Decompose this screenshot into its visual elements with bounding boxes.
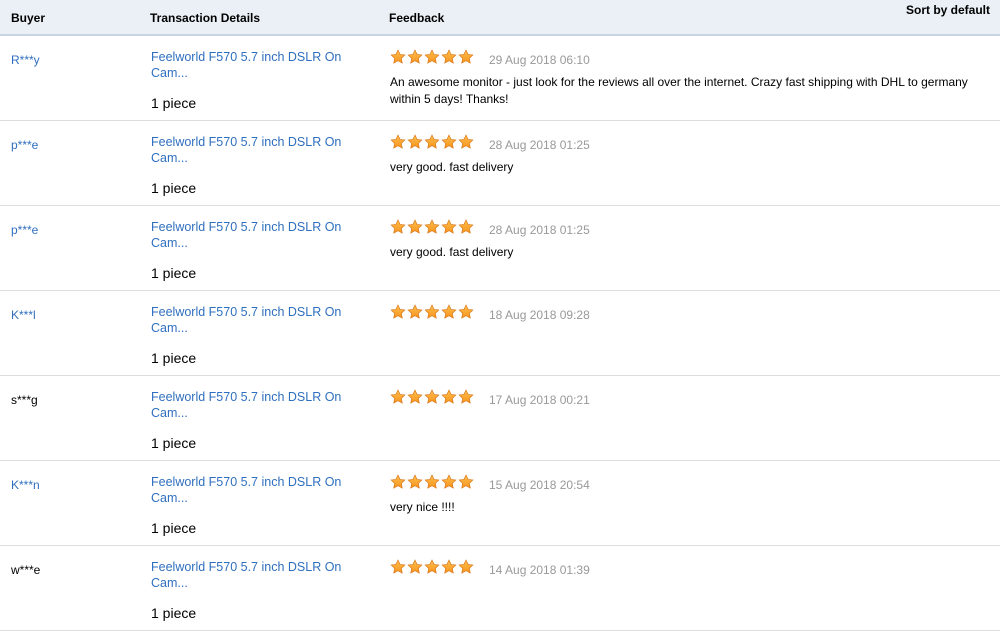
star-icon xyxy=(458,49,474,64)
star-icon xyxy=(441,474,457,489)
table-header: Buyer Transaction Details Feedback Sort … xyxy=(0,0,1000,36)
feedback-row: K***l Feelworld F570 5.7 inch DSLR On Cam… xyxy=(0,291,1000,376)
star-icon xyxy=(458,474,474,489)
star-icon xyxy=(407,474,423,489)
star-icon xyxy=(390,49,406,64)
quantity-text: 1 piece xyxy=(151,605,197,621)
quantity-text: 1 piece xyxy=(151,435,197,451)
star-rating xyxy=(390,389,474,407)
column-header-buyer: Buyer xyxy=(11,11,46,25)
star-rating xyxy=(390,134,474,152)
feedback-row: p***e Feelworld F570 5.7 inch DSLR On Cam… xyxy=(0,121,1000,206)
feedback-date: 18 Aug 2018 09:28 xyxy=(489,308,590,322)
star-rating xyxy=(390,49,474,67)
feedback-date: 28 Aug 2018 01:25 xyxy=(489,223,590,237)
star-icon xyxy=(407,304,423,319)
feedback-date: 28 Aug 2018 01:25 xyxy=(489,138,590,152)
star-rating xyxy=(390,559,474,577)
star-icon xyxy=(424,219,440,234)
star-icon xyxy=(458,559,474,574)
feedback-row: s***g Feelworld F570 5.7 inch DSLR On Cam… xyxy=(0,376,1000,461)
sort-by-button[interactable]: Sort by default xyxy=(906,3,990,17)
star-icon xyxy=(441,304,457,319)
star-icon xyxy=(424,304,440,319)
star-icon xyxy=(424,49,440,64)
star-icon xyxy=(441,49,457,64)
star-icon xyxy=(441,219,457,234)
product-link[interactable]: Feelworld F570 5.7 inch DSLR On Cam... xyxy=(151,474,361,506)
buyer-name[interactable]: p***e xyxy=(11,223,38,237)
star-icon xyxy=(424,134,440,149)
buyer-name[interactable]: p***e xyxy=(11,138,38,152)
quantity-text: 1 piece xyxy=(151,520,197,536)
star-icon xyxy=(390,134,406,149)
star-icon xyxy=(441,389,457,404)
star-icon xyxy=(458,219,474,234)
star-icon xyxy=(407,134,423,149)
feedback-row: w***e Feelworld F570 5.7 inch DSLR On Cam… xyxy=(0,546,1000,631)
star-icon xyxy=(458,134,474,149)
star-icon xyxy=(458,304,474,319)
feedback-comment: An awesome monitor - just look for the r… xyxy=(390,75,968,106)
star-rating xyxy=(390,219,474,237)
product-link[interactable]: Feelworld F570 5.7 inch DSLR On Cam... xyxy=(151,49,361,81)
star-rating xyxy=(390,474,474,492)
feedback-row: p***e Feelworld F570 5.7 inch DSLR On Cam… xyxy=(0,206,1000,291)
star-icon xyxy=(390,389,406,404)
feedback-date: 29 Aug 2018 06:10 xyxy=(489,53,590,67)
buyer-name[interactable]: K***n xyxy=(11,478,40,492)
quantity-text: 1 piece xyxy=(151,350,197,366)
buyer-name[interactable]: R***y xyxy=(11,53,40,67)
product-link[interactable]: Feelworld F570 5.7 inch DSLR On Cam... xyxy=(151,559,361,591)
product-link[interactable]: Feelworld F570 5.7 inch DSLR On Cam... xyxy=(151,304,361,336)
star-icon xyxy=(407,389,423,404)
feedback-date: 14 Aug 2018 01:39 xyxy=(489,563,590,577)
column-header-feedback: Feedback xyxy=(389,11,445,25)
buyer-name: s***g xyxy=(11,393,38,407)
star-icon xyxy=(407,559,423,574)
feedback-date: 17 Aug 2018 00:21 xyxy=(489,393,590,407)
star-icon xyxy=(441,134,457,149)
product-link[interactable]: Feelworld F570 5.7 inch DSLR On Cam... xyxy=(151,389,361,421)
star-icon xyxy=(441,559,457,574)
feedback-table: Buyer Transaction Details Feedback Sort … xyxy=(0,0,1000,631)
star-icon xyxy=(424,474,440,489)
star-icon xyxy=(407,219,423,234)
product-link[interactable]: Feelworld F570 5.7 inch DSLR On Cam... xyxy=(151,134,361,166)
star-rating xyxy=(390,304,474,322)
quantity-text: 1 piece xyxy=(151,95,197,111)
star-icon xyxy=(390,474,406,489)
feedback-date: 15 Aug 2018 20:54 xyxy=(489,478,590,492)
star-icon xyxy=(458,389,474,404)
quantity-text: 1 piece xyxy=(151,265,197,281)
feedback-list: R***y Feelworld F570 5.7 inch DSLR On Cam… xyxy=(0,36,1000,631)
star-icon xyxy=(424,559,440,574)
quantity-text: 1 piece xyxy=(151,180,197,196)
buyer-name: w***e xyxy=(11,563,41,577)
product-link[interactable]: Feelworld F570 5.7 inch DSLR On Cam... xyxy=(151,219,361,251)
star-icon xyxy=(407,49,423,64)
star-icon xyxy=(424,389,440,404)
feedback-comment: very good. fast delivery xyxy=(390,160,514,174)
feedback-row: K***n Feelworld F570 5.7 inch DSLR On Cam… xyxy=(0,461,1000,546)
feedback-comment: very nice !!!! xyxy=(390,500,455,514)
star-icon xyxy=(390,304,406,319)
feedback-comment: very good. fast delivery xyxy=(390,245,514,259)
star-icon xyxy=(390,559,406,574)
column-header-transaction-details: Transaction Details xyxy=(150,11,261,25)
star-icon xyxy=(390,219,406,234)
feedback-row: R***y Feelworld F570 5.7 inch DSLR On Cam… xyxy=(0,36,1000,121)
buyer-name[interactable]: K***l xyxy=(11,308,36,322)
